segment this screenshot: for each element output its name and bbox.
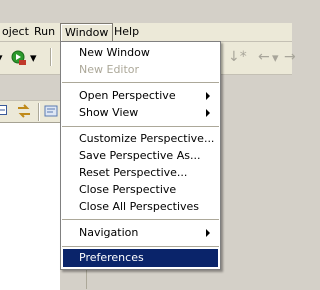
view-toolbar-separator bbox=[38, 103, 40, 121]
collapse-icon[interactable] bbox=[0, 104, 8, 121]
run-icon[interactable] bbox=[10, 49, 28, 72]
menu-item-save-perspective-as[interactable]: Save Perspective As... bbox=[63, 147, 218, 165]
menu-item-label: Reset Perspective... bbox=[79, 166, 188, 179]
menu-help[interactable]: Help bbox=[110, 23, 143, 41]
menu-item-customize-perspective[interactable]: Customize Perspective... bbox=[63, 130, 218, 148]
view-toolbar bbox=[0, 100, 60, 123]
menu-item-reset-perspective[interactable]: Reset Perspective... bbox=[63, 164, 218, 182]
menu-item-label: Open Perspective bbox=[79, 89, 176, 102]
menu-item-preferences[interactable]: Preferences bbox=[63, 249, 218, 267]
window-menu-dropdown: New Window New Editor Open Perspective S… bbox=[60, 41, 221, 270]
menu-item-new-window[interactable]: New Window bbox=[63, 44, 218, 62]
menu-item-new-editor: New Editor bbox=[63, 61, 218, 79]
menu-item-label: New Window bbox=[79, 46, 150, 59]
view-menu-icon[interactable] bbox=[44, 104, 58, 123]
menu-item-show-view[interactable]: Show View bbox=[63, 104, 218, 122]
dropdown-arrow-icon[interactable]: ▾ bbox=[0, 51, 3, 67]
menu-item-label: Customize Perspective... bbox=[79, 132, 215, 145]
menu-separator bbox=[62, 126, 219, 128]
menu-bar: oject Run Window Help bbox=[0, 23, 292, 42]
toolbar-separator bbox=[50, 48, 52, 66]
menu-item-close-all-perspectives[interactable]: Close All Perspectives bbox=[63, 198, 218, 216]
submenu-arrow-icon bbox=[206, 229, 210, 237]
back-arrow-icon[interactable]: ← bbox=[258, 49, 270, 65]
package-explorer-view[interactable] bbox=[0, 122, 60, 290]
menu-window[interactable]: Window bbox=[60, 23, 114, 42]
submenu-arrow-icon bbox=[206, 92, 210, 100]
menu-item-label: Show View bbox=[79, 106, 139, 119]
forward-history-icon[interactable]: ↓* bbox=[228, 49, 247, 65]
back-dropdown-icon[interactable]: ▾ bbox=[272, 51, 279, 67]
menu-item-label: Close All Perspectives bbox=[79, 200, 200, 213]
menu-item-label: Navigation bbox=[79, 226, 139, 239]
menu-item-close-perspective[interactable]: Close Perspective bbox=[63, 181, 218, 199]
submenu-arrow-icon bbox=[206, 109, 210, 117]
menu-item-label: Save Perspective As... bbox=[79, 149, 201, 162]
menu-project[interactable]: oject bbox=[0, 23, 33, 41]
menu-run[interactable]: Run bbox=[30, 23, 59, 41]
menu-item-label: Preferences bbox=[79, 251, 144, 264]
link-editor-icon[interactable] bbox=[16, 104, 32, 123]
menu-separator bbox=[62, 246, 219, 248]
menu-separator bbox=[62, 82, 219, 84]
run-dropdown-icon[interactable]: ▾ bbox=[30, 51, 37, 67]
menu-separator bbox=[62, 219, 219, 221]
menu-item-label: New Editor bbox=[79, 63, 140, 76]
menu-item-label: Close Perspective bbox=[79, 183, 177, 196]
menu-item-navigation[interactable]: Navigation bbox=[63, 224, 218, 242]
menu-item-open-perspective[interactable]: Open Perspective bbox=[63, 87, 218, 105]
forward-arrow-icon[interactable]: → bbox=[284, 49, 296, 65]
